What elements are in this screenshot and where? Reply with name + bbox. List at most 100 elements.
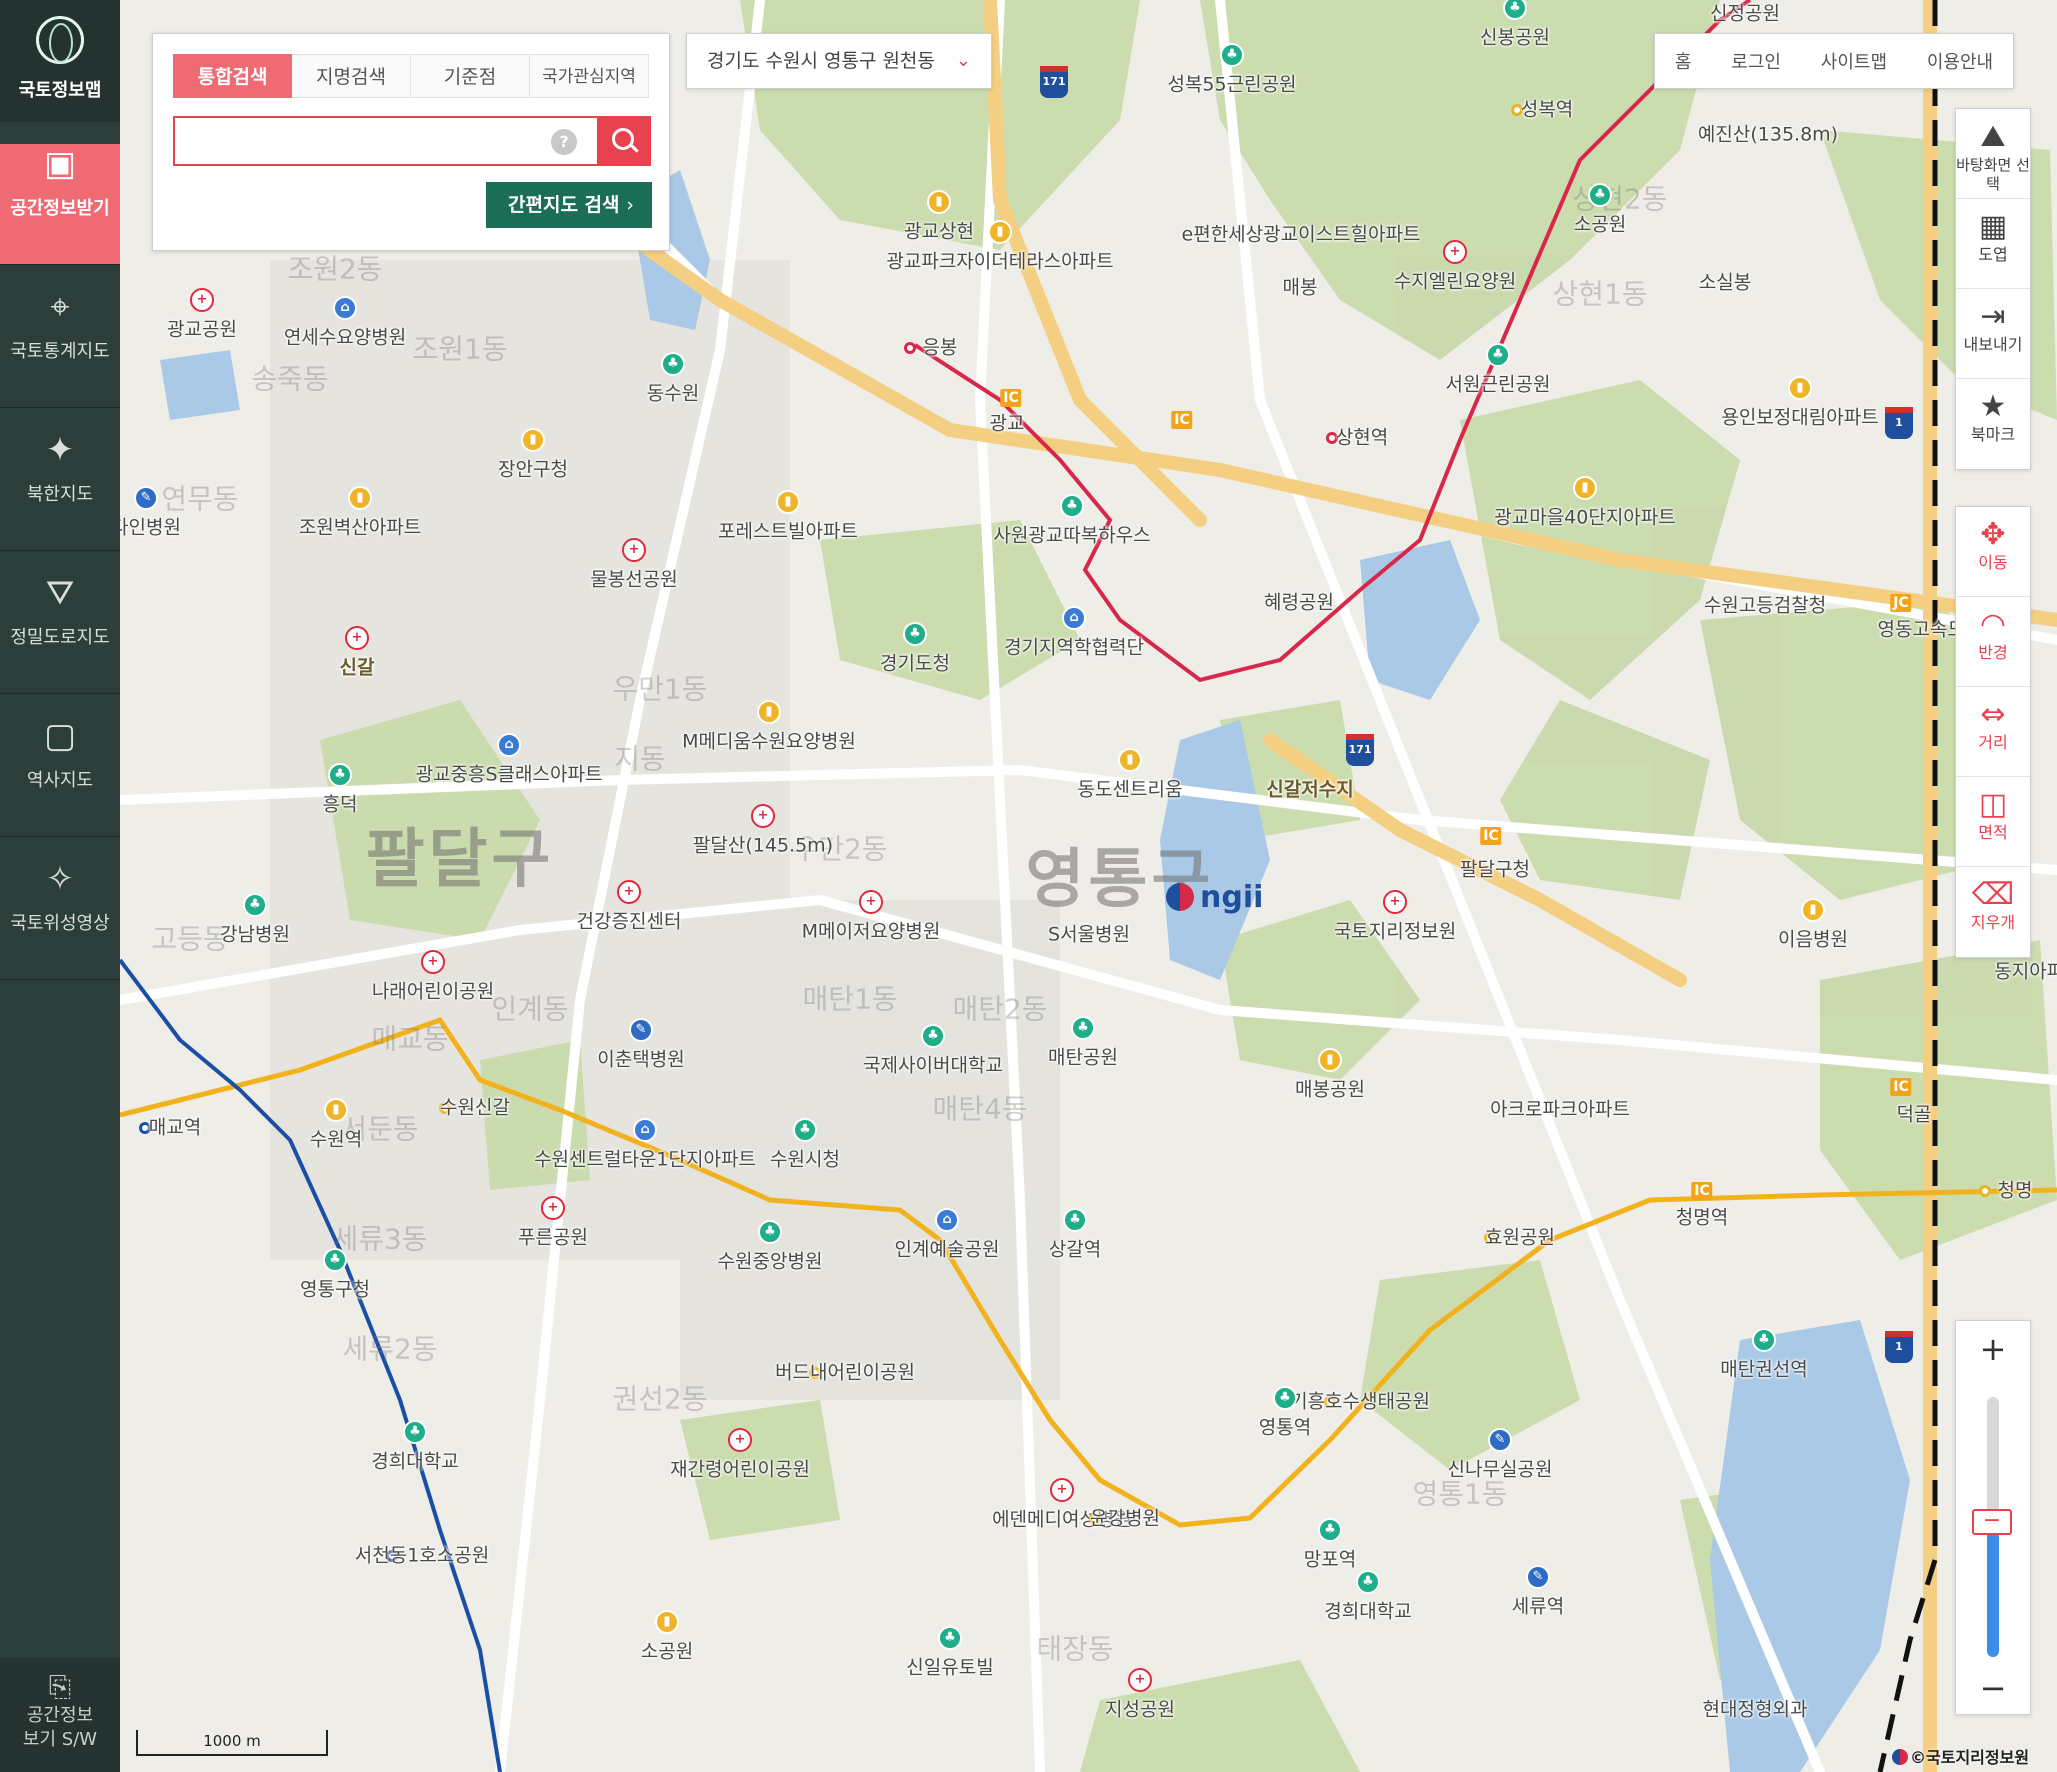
radius-tool-button[interactable]: ◠ 반경 [1956,597,2030,687]
hospital-icon[interactable]: + [1443,240,1467,264]
park-icon[interactable]: ♣ [1060,494,1084,518]
hospital-icon[interactable]: + [751,804,775,828]
hospital-icon[interactable]: + [1050,1478,1074,1502]
hospital-icon[interactable]: + [622,538,646,562]
apartment-icon[interactable]: ▮ [1118,748,1142,772]
app-logo[interactable]: 국토정보맵 [0,0,120,122]
government-icon[interactable]: ⌂ [333,296,357,320]
apartment-icon[interactable]: ▮ [1573,476,1597,500]
move-tool-button[interactable]: ✥ 이동 [1956,507,2030,597]
park-icon[interactable]: ♣ [403,1420,427,1444]
hospital-icon[interactable]: + [1128,1668,1152,1692]
park-icon[interactable]: ♣ [1273,1386,1297,1410]
help-icon[interactable]: ? [551,129,577,155]
eraser-tool-button[interactable]: ⌫ 지우개 [1956,867,2030,957]
apartment-icon[interactable]: ▮ [927,190,951,214]
export-button[interactable]: ⇥ 내보내기 [1956,289,2030,379]
park-icon[interactable]: ♣ [1486,343,1510,367]
hospital-icon[interactable]: + [617,880,641,904]
park-icon[interactable]: ♣ [1063,1208,1087,1232]
sidebar-item-history-map[interactable]: ▢ 역사지도 [0,716,120,837]
nav-login-link[interactable]: 로그인 [1731,48,1781,74]
park-icon[interactable]: ♣ [903,622,927,646]
hospital-icon[interactable]: + [345,626,369,650]
zoom-slider-handle[interactable]: − [1972,1508,2012,1535]
scale-bar: 1000 m [136,1730,328,1756]
apartment-icon[interactable]: ▮ [324,1098,348,1122]
park-icon[interactable]: ♣ [661,352,685,376]
nav-home-link[interactable]: 홈 [1675,48,1692,74]
zoom-in-button[interactable]: + [1956,1321,2030,1377]
apartment-icon[interactable]: ▮ [1788,376,1812,400]
spatial-viewer-sw-button[interactable]: ⎘ 공간정보 보기 S/W [0,1658,120,1772]
map-place-label: 서천동1호소공원 [354,1544,490,1567]
tab-control-point[interactable]: 기준점 [411,54,530,98]
dong-label: 연무동 [161,482,239,516]
location-select[interactable]: 경기도 수원시 영통구 원천동 ⌄ [686,33,992,89]
tab-place-search[interactable]: 지명검색 [292,54,411,98]
tool-label: 이동 [1978,553,2008,572]
sidebar-item-north-korea-map[interactable]: ✦ 북한지도 [0,430,120,551]
park-icon[interactable]: ♣ [793,1118,817,1142]
park-icon[interactable]: ♣ [323,1248,347,1272]
road-icon: ⛛ [45,573,75,613]
government-icon[interactable]: ⌂ [633,1118,657,1142]
tab-national-interest-area[interactable]: 국가관심지역 [530,54,649,98]
nav-sitemap-link[interactable]: 사이트맵 [1821,48,1887,74]
apartment-icon[interactable]: ▮ [988,220,1012,244]
school-icon[interactable]: ✎ [629,1018,653,1042]
park-icon[interactable]: ♣ [938,1626,962,1650]
apartment-icon[interactable]: ▮ [521,428,545,452]
park-icon[interactable]: ♣ [1071,1016,1095,1040]
hospital-icon[interactable]: + [1383,890,1407,914]
apartment-icon[interactable]: ▮ [1801,898,1825,922]
station-marker-icon[interactable] [1979,1185,1991,1197]
apartment-icon[interactable]: ▮ [776,490,800,514]
park-icon[interactable]: ♣ [1588,183,1612,207]
government-icon[interactable]: ⌂ [497,733,521,757]
hospital-icon[interactable]: + [190,288,214,312]
school-icon[interactable]: ✎ [134,486,158,510]
hospital-icon[interactable]: + [421,950,445,974]
search-input[interactable] [173,116,597,166]
nav-guide-link[interactable]: 이용안내 [1927,48,1993,74]
easy-map-search-button[interactable]: 간편지도 검색 › [486,182,652,228]
government-icon[interactable]: ⌂ [1062,606,1086,630]
highway-shield-icon: 1 [1885,1331,1913,1363]
tab-integrated-search[interactable]: 통합검색 [173,54,292,98]
school-icon[interactable]: ✎ [1526,1565,1550,1589]
bookmark-button[interactable]: ★ 북마크 [1956,379,2030,469]
park-icon[interactable]: ♣ [758,1220,782,1244]
station-marker-icon[interactable] [904,342,916,354]
park-icon[interactable]: ♣ [921,1024,945,1048]
map-canvas[interactable]: 팔달구 영통구 조원2동 조원1동 송죽동 연무동 우만1동 지동 우만2동 매… [120,0,2057,1772]
distance-tool-button[interactable]: ⇔ 거리 [1956,687,2030,777]
sheet-grid-button[interactable]: ▦ 도엽 [1956,199,2030,289]
sidebar-item-spatial-download[interactable]: ▣ 공간정보받기 [0,144,120,265]
sidebar-item-statistics-map[interactable]: ⌖ 국토통계지도 [0,287,120,408]
park-icon[interactable]: ♣ [1752,1328,1776,1352]
hospital-icon[interactable]: + [541,1196,565,1220]
chevron-right-icon: › [626,194,634,216]
basemap-select-button[interactable]: ⛰ 바탕화면 선택 [1956,109,2030,199]
park-icon[interactable]: ♣ [243,893,267,917]
park-icon[interactable]: ♣ [328,763,352,787]
dong-label: 상현2동 [1572,182,1668,216]
apartment-icon[interactable]: ▮ [655,1610,679,1634]
search-button[interactable] [597,116,651,166]
area-tool-button[interactable]: ◫ 면적 [1956,777,2030,867]
sidebar-item-road-map[interactable]: ⛛ 정밀도로지도 [0,573,120,694]
sidebar-item-satellite[interactable]: ✧ 국토위성영상 [0,859,120,980]
school-icon[interactable]: ✎ [1488,1428,1512,1452]
map-download-icon: ▣ [43,144,77,184]
hospital-icon[interactable]: + [728,1428,752,1452]
government-icon[interactable]: ⌂ [935,1208,959,1232]
apartment-icon[interactable]: ▮ [1318,1048,1342,1072]
zoom-out-button[interactable]: − [1956,1660,2030,1716]
park-icon[interactable]: ♣ [1356,1570,1380,1594]
hospital-icon[interactable]: + [859,890,883,914]
park-icon[interactable]: ♣ [1318,1518,1342,1542]
park-icon[interactable]: ♣ [1220,43,1244,67]
apartment-icon[interactable]: ▮ [348,486,372,510]
apartment-icon[interactable]: ▮ [757,700,781,724]
